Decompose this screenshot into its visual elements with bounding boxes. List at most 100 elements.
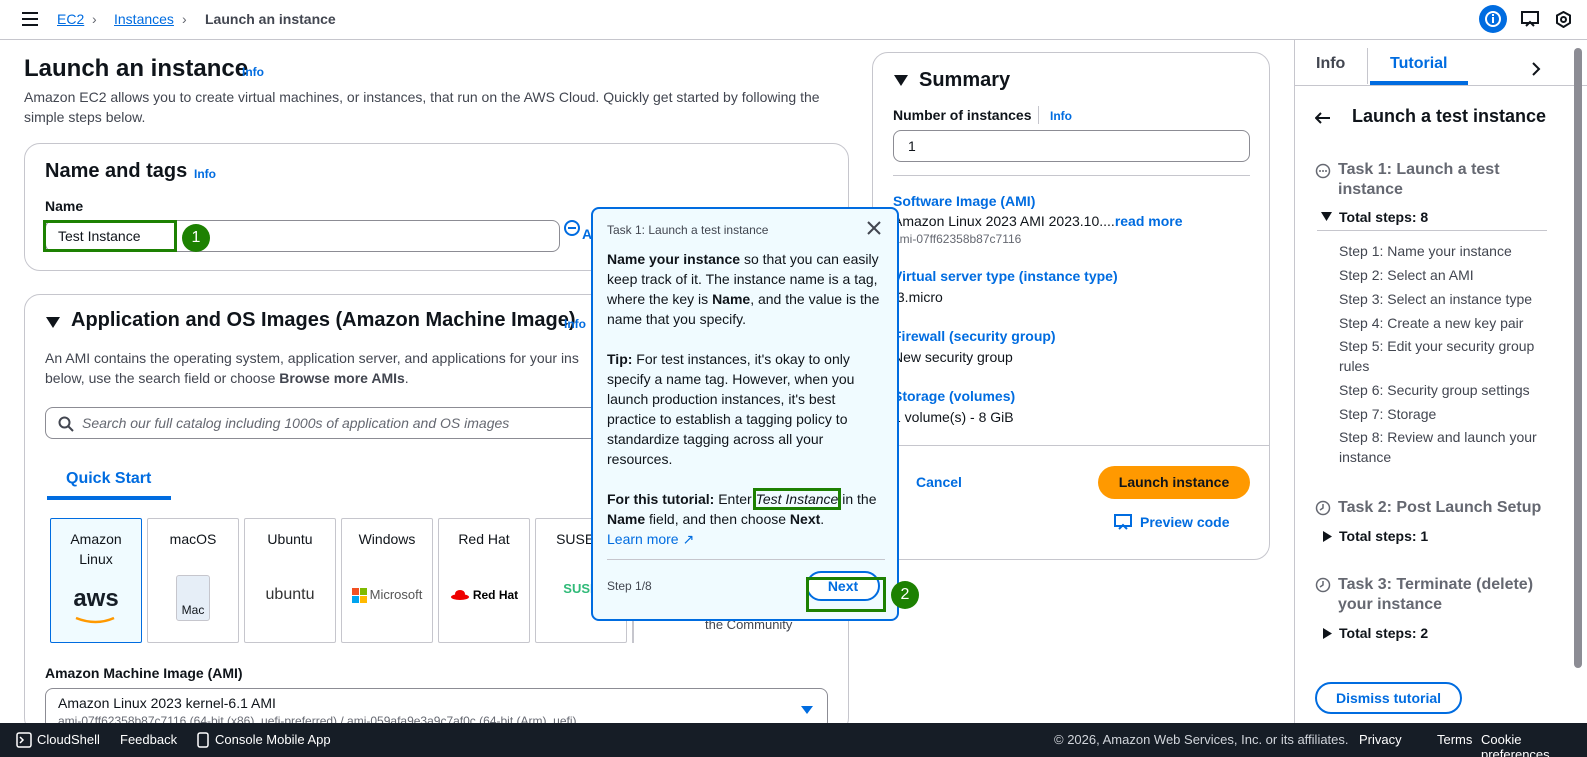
page-info-link[interactable]: Info <box>242 65 264 79</box>
os-tile-redhat[interactable]: Red Hat Red Hat <box>438 518 530 643</box>
summary-ami-label[interactable]: Software Image (AMI) <box>893 193 1035 209</box>
os-tile-windows[interactable]: Windows Microsoft <box>341 518 433 643</box>
remove-tag-icon[interactable] <box>563 219 581 237</box>
summary-storage-value: 1 volume(s) - 8 GiB <box>893 409 1014 425</box>
chevron-right-icon[interactable] <box>1531 62 1541 76</box>
read-more-link[interactable]: read more <box>1115 213 1183 229</box>
aws-smile-icon <box>75 616 115 624</box>
tab-divider <box>1367 48 1368 84</box>
clock-icon <box>1315 577 1331 593</box>
aws-logo: aws <box>73 585 119 612</box>
tab-active-underline <box>47 496 171 500</box>
name-and-tags-title: Name and tags <box>45 160 188 182</box>
page-title: Launch an instance <box>24 55 249 82</box>
tab-quick-start[interactable]: Quick Start <box>66 470 151 488</box>
tutorial-title: Launch a test instance <box>1352 106 1547 126</box>
preview-code-button[interactable]: Preview code <box>1140 514 1230 530</box>
mobile-app-link[interactable]: Console Mobile App <box>215 732 331 747</box>
step-7[interactable]: Step 7: Storage <box>1339 404 1559 424</box>
step-1[interactable]: Step 1: Name your instance <box>1339 241 1559 261</box>
expand-triangle-icon[interactable] <box>1323 531 1332 542</box>
instances-info-link[interactable]: Info <box>1050 109 1072 123</box>
close-icon[interactable] <box>867 221 881 235</box>
footer-bar: CloudShell Feedback Console Mobile App ©… <box>0 723 1587 757</box>
microsoft-logo: Microsoft <box>342 585 432 605</box>
tab-tutorial[interactable]: Tutorial <box>1390 55 1447 73</box>
os-tile-ubuntu[interactable]: Ubuntu ubuntu <box>244 518 336 643</box>
summary-type-label[interactable]: Virtual server type (instance type) <box>893 268 1118 284</box>
dismiss-tutorial-button[interactable]: Dismiss tutorial <box>1315 682 1462 714</box>
expand-triangle-icon[interactable] <box>1321 212 1332 221</box>
ami-description: An AMI contains the operating system, ap… <box>45 350 579 386</box>
chevron-right-icon: › <box>182 11 187 27</box>
task-2-total-steps[interactable]: Total steps: 1 <box>1339 528 1428 544</box>
summary-ami-id: ami-07ff62358b87c7116 <box>893 232 1022 246</box>
search-icon <box>58 416 74 432</box>
summary-storage-label[interactable]: Storage (volumes) <box>893 388 1015 404</box>
settings-hexagon-icon[interactable] <box>1555 11 1572 28</box>
ami-section-title: Application and OS Images (Amazon Machin… <box>71 309 576 331</box>
os-tile-macos[interactable]: macOS Mac <box>147 518 239 643</box>
collapse-triangle-icon[interactable] <box>894 75 908 87</box>
task-3-title: Task 3: Terminate (delete) your instance <box>1338 576 1534 613</box>
step-4[interactable]: Step 4: Create a new key pair <box>1339 313 1559 333</box>
task-1-total-steps[interactable]: Total steps: 8 <box>1339 209 1428 225</box>
instances-count-value: 1 <box>908 138 916 154</box>
summary-type-value: t3.micro <box>893 289 943 305</box>
os-tile-amazon-linux[interactable]: Amazon Linux aws <box>50 518 142 643</box>
cancel-button[interactable]: Cancel <box>916 474 962 490</box>
info-panel-button[interactable] <box>1479 5 1507 33</box>
instances-count-label: Number of instances <box>893 107 1032 123</box>
task-3-total-steps[interactable]: Total steps: 2 <box>1339 625 1428 641</box>
tab-info[interactable]: Info <box>1316 55 1345 73</box>
learn-more-link[interactable]: Learn more <box>607 531 679 547</box>
back-arrow-icon[interactable] <box>1315 112 1331 124</box>
summary-divider <box>893 175 1250 176</box>
summary-divider <box>873 445 1269 446</box>
collapse-triangle-icon[interactable] <box>46 317 60 329</box>
expand-triangle-icon[interactable] <box>1323 628 1332 639</box>
privacy-link[interactable]: Privacy <box>1359 732 1402 747</box>
step-6[interactable]: Step 6: Security group settings <box>1339 380 1559 400</box>
tutorial-panel: Info Tutorial Launch a test instance Tas… <box>1294 40 1587 723</box>
task-in-progress-icon <box>1315 163 1331 179</box>
ubuntu-logo: ubuntu <box>265 586 315 603</box>
step-5[interactable]: Step 5: Edit your security group rules <box>1339 336 1559 376</box>
external-link-icon: ↗ <box>682 531 695 547</box>
step-2[interactable]: Step 2: Select an AMI <box>1339 265 1559 285</box>
step-badge-2: 2 <box>891 581 919 609</box>
breadcrumb-instances[interactable]: Instances <box>114 11 174 27</box>
launch-instance-button[interactable]: Launch instance <box>1098 466 1250 499</box>
highlight-name-field <box>43 220 177 252</box>
highlight-next-button <box>806 577 886 612</box>
cloudshell-link[interactable]: CloudShell <box>37 732 100 747</box>
microsoft-icon <box>351 587 367 603</box>
copyright-text: © 2026, Amazon Web Services, Inc. or its… <box>1054 732 1349 747</box>
feedback-link[interactable]: Feedback <box>120 732 177 747</box>
popover-divider <box>607 559 885 560</box>
terms-link[interactable]: Terms <box>1437 732 1472 747</box>
name-tags-info-link[interactable]: Info <box>194 167 216 181</box>
instances-count-input[interactable]: 1 <box>893 130 1250 162</box>
preview-code-icon <box>1114 514 1132 530</box>
task-1-title: Task 1: Launch a test instance <box>1338 161 1500 198</box>
step-badge-1: 1 <box>182 224 210 252</box>
step-3[interactable]: Step 3: Select an instance type <box>1339 289 1559 309</box>
summary-firewall-label[interactable]: Firewall (security group) <box>893 328 1056 344</box>
cookie-preferences-link[interactable]: Cookie preferences <box>1481 732 1587 757</box>
breadcrumb-ec2[interactable]: EC2 <box>57 11 84 27</box>
ami-info-link[interactable]: Info <box>564 317 586 331</box>
popover-body: Name your instance so that you can easil… <box>607 251 880 547</box>
ami-search-input[interactable]: Search our full catalog including 1000s … <box>45 407 605 439</box>
tutorial-icon[interactable] <box>1521 11 1539 27</box>
scrollbar[interactable] <box>1574 48 1582 668</box>
breadcrumb-current: Launch an instance <box>205 11 336 27</box>
step-8[interactable]: Step 8: Review and launch your instance <box>1339 427 1559 467</box>
summary-title: Summary <box>919 69 1011 91</box>
page-description: Amazon EC2 allows you to create virtual … <box>24 89 820 125</box>
mac-logo: Mac <box>176 575 210 621</box>
menu-icon[interactable] <box>22 12 39 26</box>
cloudshell-icon <box>16 732 32 748</box>
chevron-right-icon: › <box>92 11 97 27</box>
steps-divider <box>1317 230 1547 231</box>
